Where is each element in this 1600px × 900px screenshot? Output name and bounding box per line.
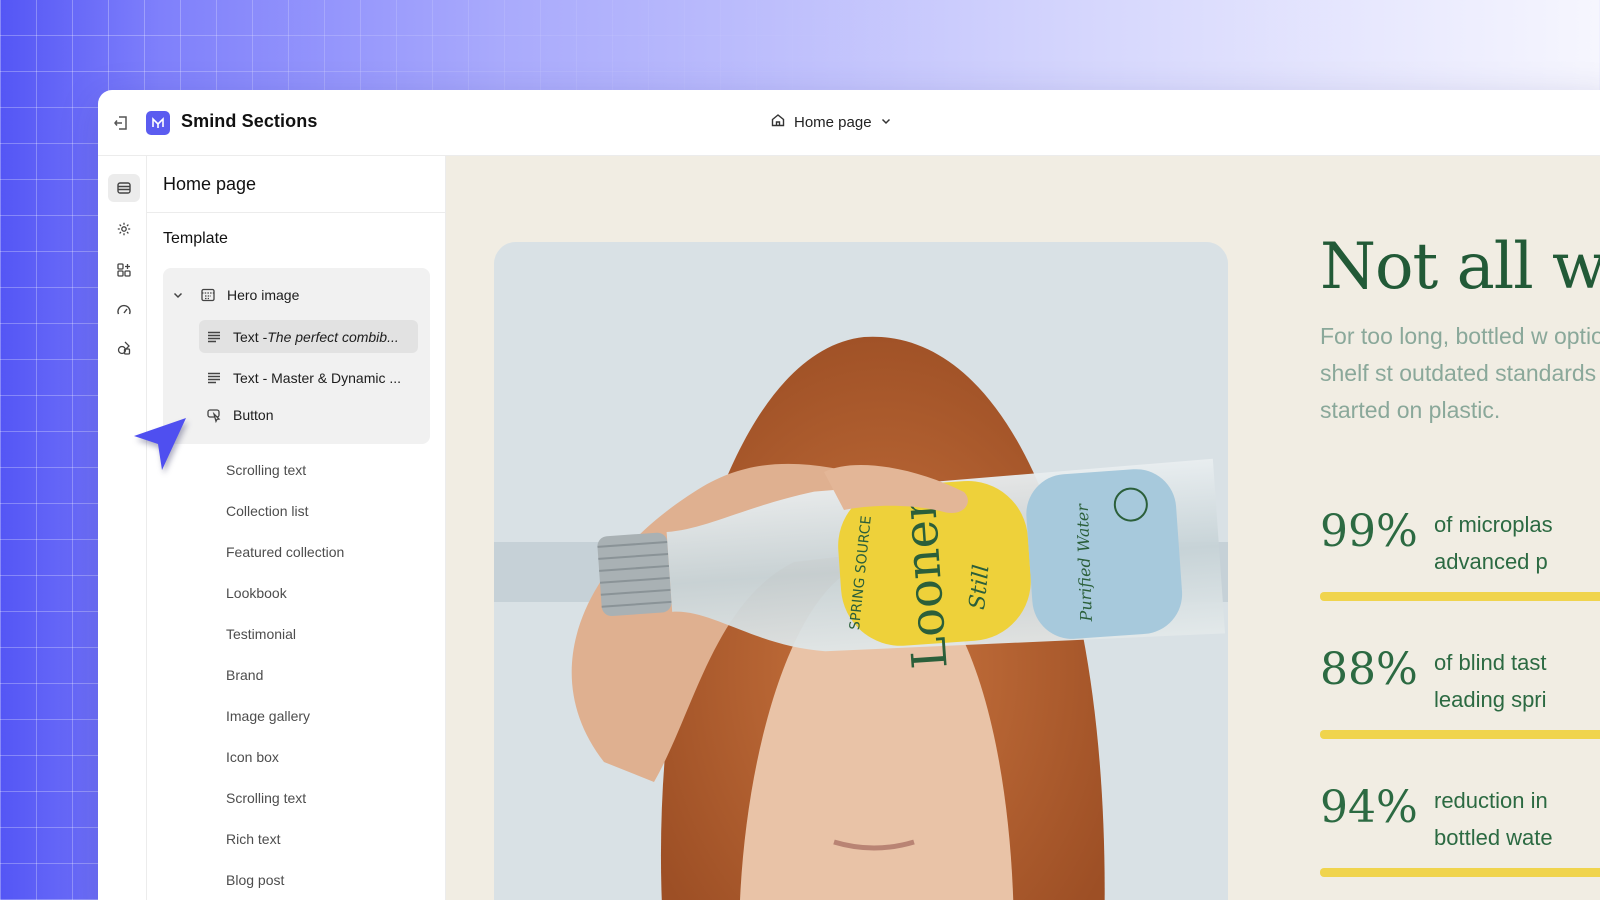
stat-bar — [1320, 592, 1600, 601]
page-selector[interactable]: Home page — [770, 112, 892, 132]
section-layout-icon — [199, 286, 217, 304]
hero-image-label: Hero image — [227, 287, 300, 303]
panel-title: Home page — [147, 156, 445, 213]
hero-child-label: Text - — [233, 328, 268, 345]
speed-gauge-icon[interactable] — [108, 296, 140, 324]
stat-bar — [1320, 868, 1600, 877]
hero-image-row[interactable]: Hero image — [169, 285, 299, 305]
button-cursor-icon — [205, 406, 223, 424]
chevron-down-icon — [880, 114, 892, 131]
section-item[interactable]: Collection list — [226, 503, 308, 519]
stat-value: 99% — [1320, 506, 1418, 557]
page-selector-label: Home page — [794, 113, 872, 131]
app-logo — [146, 111, 170, 135]
stat-description: of blind tast leading spri — [1434, 650, 1547, 712]
sections-panel: Home page Template Hero image Text - The… — [147, 156, 446, 900]
section-item[interactable]: Featured collection — [226, 544, 344, 560]
exit-icon[interactable] — [112, 114, 130, 132]
stat-bar — [1320, 730, 1600, 739]
bottle-variant: Still — [965, 563, 995, 610]
section-item[interactable]: Rich text — [226, 831, 280, 847]
stat-description: of microplas advanced p — [1434, 512, 1553, 574]
hero-child-text-1[interactable]: Text - The perfect combib... — [199, 320, 418, 353]
stat-value: 88% — [1320, 644, 1418, 695]
shapes-icon[interactable] — [108, 334, 140, 362]
section-item[interactable]: Image gallery — [226, 708, 310, 724]
hero-photo: Loonen Still SPRING SOURCE Purified Wate… — [494, 242, 1228, 900]
stat-description: reduction in bottled wate — [1434, 788, 1553, 850]
stat-block: 88% of blind tast leading spri — [1320, 644, 1600, 739]
page-preview: Loonen Still SPRING SOURCE Purified Wate… — [446, 156, 1600, 900]
template-label: Template — [163, 230, 228, 247]
section-item[interactable]: Testimonial — [226, 626, 296, 642]
hero-child-button[interactable]: Button — [205, 405, 273, 425]
hero-child-text-2[interactable]: Text - Master & Dynamic ... — [205, 368, 401, 388]
app-title: Smind Sections — [181, 111, 318, 131]
stat-block: 94% reduction in bottled wate — [1320, 782, 1600, 877]
preview-intro: For too long, bottled w options on the s… — [1320, 323, 1600, 423]
sections-icon[interactable] — [108, 174, 140, 202]
section-item[interactable]: Brand — [226, 667, 263, 683]
home-icon — [770, 112, 786, 132]
section-item[interactable]: Blog post — [226, 872, 284, 888]
top-bar: Smind Sections Home page — [98, 90, 1600, 156]
section-item[interactable]: Scrolling text — [226, 462, 306, 478]
section-item[interactable]: Scrolling text — [226, 790, 306, 806]
text-lines-icon — [205, 328, 223, 346]
stat-block: 99% of microplas advanced p — [1320, 506, 1600, 601]
hero-section-group: Hero image Text - The perfect combib... … — [163, 268, 430, 444]
icon-rail — [98, 156, 147, 900]
hero-child-italic: The perfect combib... — [267, 328, 399, 345]
chevron-down-icon[interactable] — [169, 286, 187, 304]
section-item[interactable]: Lookbook — [226, 585, 287, 601]
section-item[interactable]: Icon box — [226, 749, 279, 765]
stat-value: 94% — [1320, 782, 1418, 833]
hero-child-label: Button — [233, 407, 274, 423]
preview-headline: Not all w — [1320, 230, 1600, 304]
apps-icon[interactable] — [108, 256, 140, 284]
app-window: Smind Sections Home page Home page Templ… — [98, 90, 1600, 900]
pointer-cursor-icon — [134, 418, 186, 470]
gear-icon[interactable] — [108, 215, 140, 243]
hero-child-label: Text - Master & Dynamic ... — [233, 370, 402, 386]
text-lines-icon — [205, 369, 223, 387]
